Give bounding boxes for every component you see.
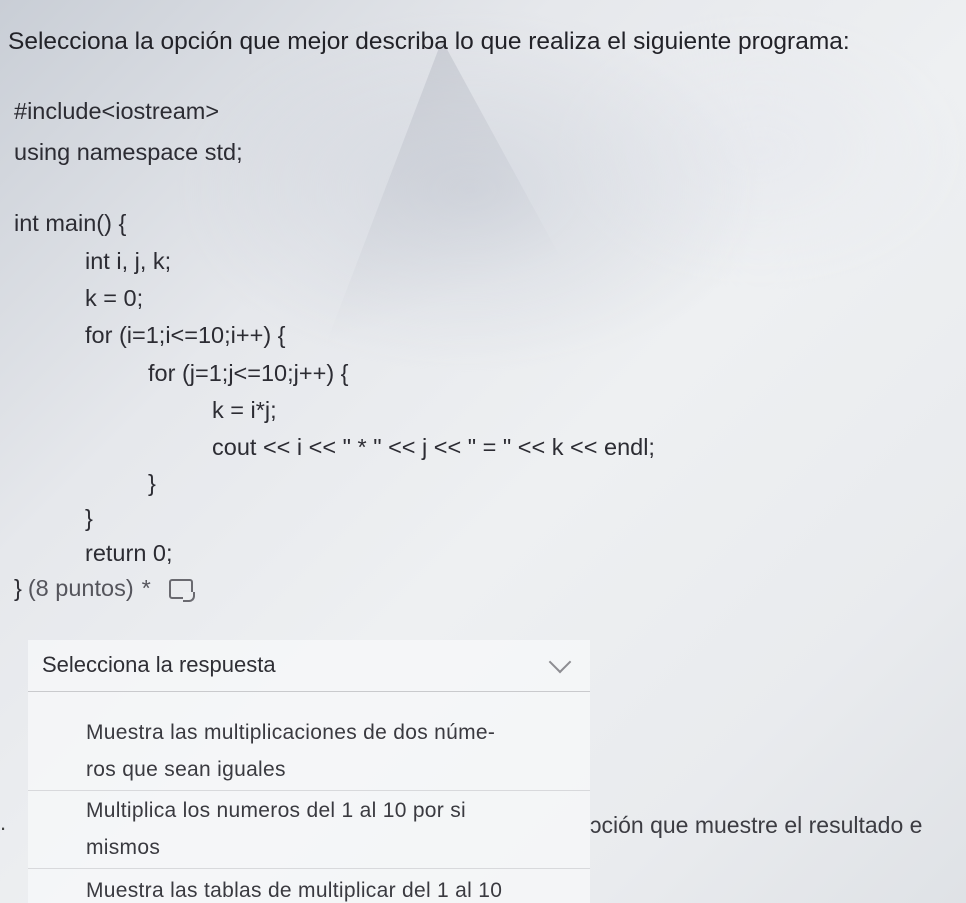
code-line-outer-close: } (85, 505, 93, 531)
option-divider (28, 790, 590, 791)
code-line-include: #include<iostream> (14, 98, 220, 124)
background-text-fragment-left: . (0, 810, 7, 835)
background-text-fragment-right: ɔción que muestre el resultado e (590, 812, 923, 838)
immersive-reader-icon[interactable] (168, 578, 195, 602)
question-footer: } (8 puntos) * (14, 575, 195, 602)
option-1-line-1: Muestra las multiplicaciones de dos núme… (86, 721, 496, 744)
code-line-return: return 0; (85, 540, 173, 566)
code-line-init: k = 0; (85, 285, 144, 311)
code-line-inner-close: } (148, 470, 156, 496)
option-2-line-2: mismos (86, 836, 161, 859)
chevron-down-icon[interactable] (548, 650, 572, 674)
option-2-line-1: Multiplica los numeros del 1 al 10 por s… (86, 799, 466, 822)
option-divider (28, 868, 590, 869)
points-label: (8 puntos) (27, 575, 134, 601)
code-line-main: int main() { (14, 210, 127, 236)
code-line-namespace: using namespace std; (14, 139, 243, 165)
code-line-inner-for: for (j=1;j<=10;j++) { (148, 360, 349, 386)
dropdown-placeholder: Selecciona la respuesta (42, 652, 276, 677)
answer-dropdown[interactable]: Selecciona la respuesta (28, 644, 590, 692)
question-title: Selecciona la opción que mejor describa … (8, 28, 850, 55)
code-line-cout: cout << i << " * " << j << " = " << k <<… (212, 434, 655, 460)
required-marker: * (141, 575, 151, 601)
option-3-line-1: Muestra las tablas de multiplicar del 1 … (86, 879, 503, 902)
code-line-outer-for: for (i=1;i<=10;i++) { (85, 322, 286, 348)
dropdown-option-3[interactable]: Muestra las tablas de multiplicar del 1 … (86, 872, 502, 903)
code-line-declare: int i, j, k; (85, 248, 172, 274)
code-line-multiply: k = i*j; (212, 397, 277, 423)
dropdown-option-2[interactable]: Multiplica los numeros del 1 al 10 por s… (86, 792, 466, 866)
option-1-line-2: ros que sean iguales (86, 758, 286, 781)
code-line-main-close: } (14, 575, 22, 601)
dropdown-option-1[interactable]: Muestra las multiplicaciones de dos núme… (86, 714, 495, 788)
background-photo-shape (316, 40, 622, 370)
